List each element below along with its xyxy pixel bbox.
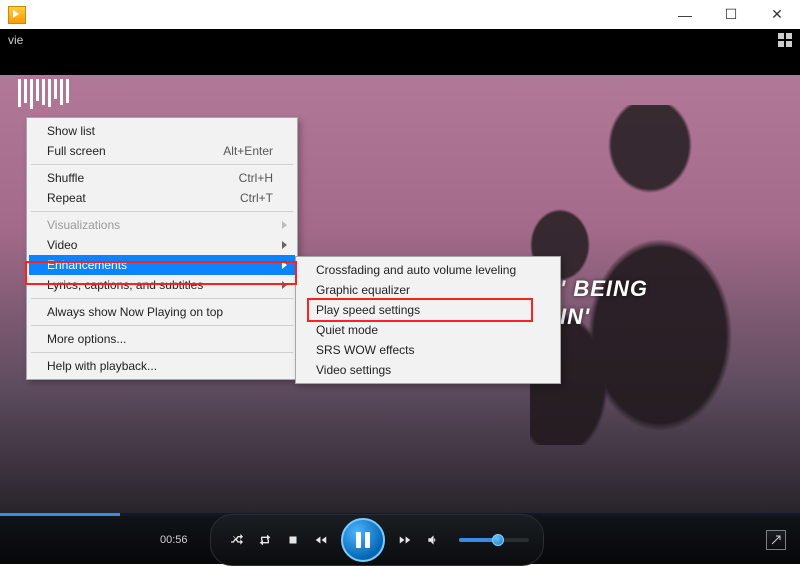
transport-controls [210, 514, 544, 566]
menu-separator [31, 211, 293, 212]
menu-item-full-screen[interactable]: Full screen Alt+Enter [29, 141, 295, 161]
menu-item-help-with-playback[interactable]: Help with playback... [29, 356, 295, 376]
submenu-arrow-icon [282, 221, 287, 229]
menu-item-shuffle[interactable]: Shuffle Ctrl+H [29, 168, 295, 188]
switch-view-icon[interactable] [778, 33, 792, 47]
menu-item-label: Video [47, 238, 77, 252]
app-icon [8, 6, 26, 24]
fullscreen-button[interactable] [766, 530, 786, 550]
submenu-arrow-icon [282, 241, 287, 249]
submenu-arrow-icon [282, 261, 287, 269]
menu-item-label: Show list [47, 124, 95, 138]
submenu-item-srs-wow-effects[interactable]: SRS WOW effects [298, 340, 558, 360]
stop-button[interactable] [281, 528, 305, 552]
submenu-item-label: SRS WOW effects [316, 343, 414, 357]
volume-thumb[interactable] [492, 534, 504, 546]
menu-item-enhancements[interactable]: Enhancements [29, 255, 295, 275]
repeat-button[interactable] [253, 528, 277, 552]
shuffle-button[interactable] [225, 528, 249, 552]
menu-item-more-options[interactable]: More options... [29, 329, 295, 349]
barcode-overlay [18, 79, 69, 109]
menu-view[interactable]: vie [8, 33, 23, 47]
submenu-item-label: Crossfading and auto volume leveling [316, 263, 516, 277]
menu-item-show-list[interactable]: Show list [29, 121, 295, 141]
menu-item-label: Always show Now Playing on top [47, 305, 223, 319]
menu-separator [31, 298, 293, 299]
menu-item-label: Repeat [47, 191, 86, 205]
rewind-button[interactable] [309, 528, 333, 552]
submenu-arrow-icon [282, 281, 287, 289]
submenu-item-video-settings[interactable]: Video settings [298, 360, 558, 380]
submenu-item-label: Play speed settings [316, 303, 420, 317]
menu-bar: vie [0, 29, 800, 51]
window-titlebar: — ☐ ✕ [0, 0, 800, 30]
enhancements-submenu: Crossfading and auto volume leveling Grap… [295, 256, 561, 384]
caption-line-1: ' BEING [560, 276, 648, 301]
submenu-item-quiet-mode[interactable]: Quiet mode [298, 320, 558, 340]
menu-item-label: Full screen [47, 144, 106, 158]
menu-item-label: Help with playback... [47, 359, 157, 373]
caption-line-2: IN' [560, 304, 590, 329]
menu-separator [31, 325, 293, 326]
submenu-item-label: Graphic equalizer [316, 283, 410, 297]
forward-button[interactable] [393, 528, 417, 552]
menu-item-shortcut: Alt+Enter [223, 144, 273, 158]
submenu-item-graphic-equalizer[interactable]: Graphic equalizer [298, 280, 558, 300]
menu-item-repeat[interactable]: Repeat Ctrl+T [29, 188, 295, 208]
menu-item-visualizations: Visualizations [29, 215, 295, 235]
submenu-item-crossfading-and-auto-volume-leveling[interactable]: Crossfading and auto volume leveling [298, 260, 558, 280]
menu-item-label: Enhancements [47, 258, 127, 272]
elapsed-time: 00:56 [160, 534, 188, 546]
menu-item-label: Visualizations [47, 218, 120, 232]
play-pause-button[interactable] [341, 518, 385, 562]
mute-button[interactable] [421, 528, 445, 552]
menu-item-shortcut: Ctrl+H [239, 171, 273, 185]
playback-control-bar: 00:56 [0, 516, 800, 564]
context-menu: Show list Full screen Alt+Enter Shuffle Ctrl… [26, 117, 298, 380]
minimize-button[interactable]: — [662, 0, 708, 29]
menu-item-label: Lyrics, captions, and subtitles [47, 278, 203, 292]
volume-slider[interactable] [459, 538, 529, 542]
menu-separator [31, 164, 293, 165]
submenu-item-label: Quiet mode [316, 323, 378, 337]
video-caption-overlay: ' BEING IN' [560, 275, 648, 330]
menu-separator [31, 352, 293, 353]
window-controls: — ☐ ✕ [662, 0, 800, 29]
menu-item-shortcut: Ctrl+T [240, 191, 273, 205]
menu-item-video[interactable]: Video [29, 235, 295, 255]
menu-item-label: Shuffle [47, 171, 84, 185]
menu-item-lyrics-captions-and-subtitles[interactable]: Lyrics, captions, and subtitles [29, 275, 295, 295]
menu-item-always-show-now-playing-on-top[interactable]: Always show Now Playing on top [29, 302, 295, 322]
pause-icon [356, 532, 370, 548]
maximize-button[interactable]: ☐ [708, 0, 754, 29]
menu-item-label: More options... [47, 332, 126, 346]
submenu-item-play-speed-settings[interactable]: Play speed settings [298, 300, 558, 320]
submenu-item-label: Video settings [316, 363, 391, 377]
close-button[interactable]: ✕ [754, 0, 800, 29]
